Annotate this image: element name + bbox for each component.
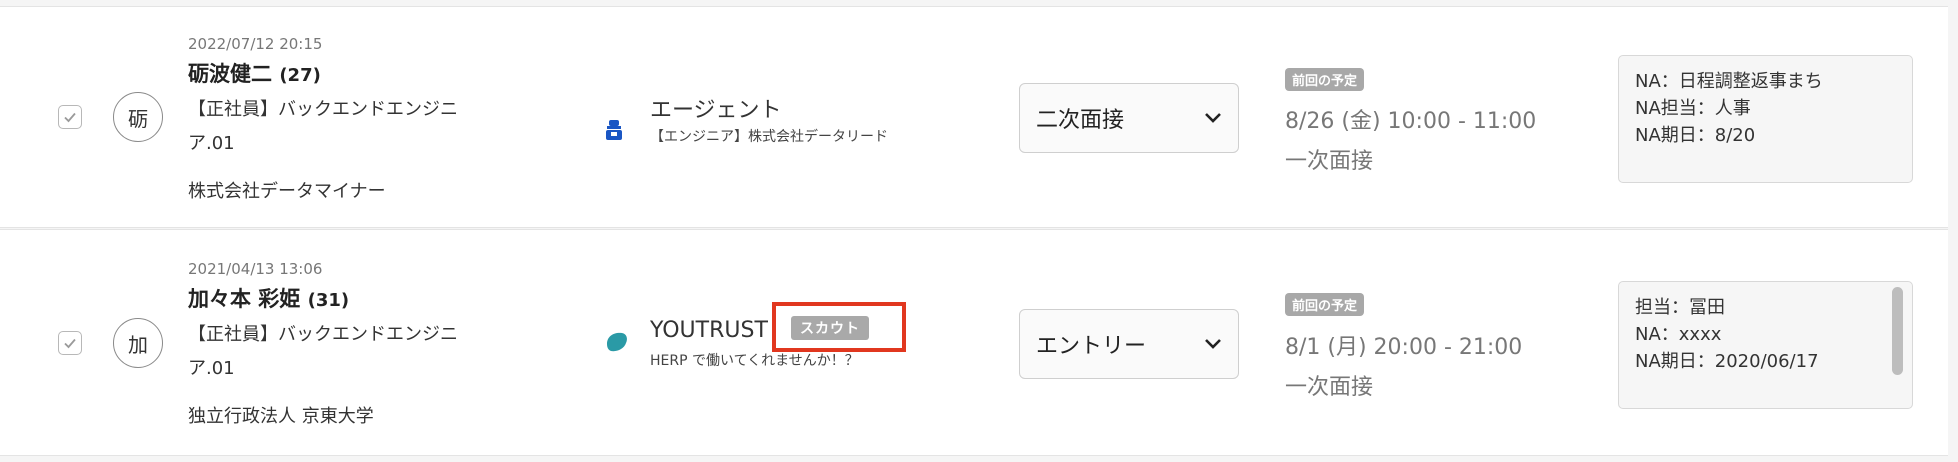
candidate-name-text: 加々本 彩姫 [188,287,301,311]
candidate-row[interactable]: 砺 2022/07/12 20:15 砺波健二 (27) 【正社員】バックエンド… [0,6,1948,228]
previous-plan-label: 前回の予定 [1285,293,1365,316]
previous-plan-label: 前回の予定 [1285,68,1365,91]
note-line: NA：xxxx [1635,324,1722,345]
note-line: NA期日：2020/06/17 [1635,351,1819,372]
applied-date: 2021/04/13 13:06 [188,260,323,278]
chevron-down-icon [1205,113,1221,123]
candidate-age: (27) [279,65,321,86]
check-icon [64,338,76,349]
notes-scrollbar[interactable] [1892,287,1903,375]
note-line: NA期日：8/20 [1635,125,1756,146]
source-detail: 【エンジニア】株式会社データリード [650,129,888,145]
source-name: YOUTRUST [650,318,768,343]
status-select-value: 二次面接 [1036,108,1125,133]
youtrust-icon [604,330,630,358]
current-company: 株式会社データマイナー [188,181,386,202]
position-title: 【正社員】バックエンドエンジニ ア.01 [188,93,528,161]
applied-date: 2022/07/12 20:15 [188,35,323,53]
note-line: NA：日程調整返事まち [1635,71,1823,92]
position-line: 【正社員】バックエンドエンジニ [188,324,458,345]
candidate-name-text: 砺波健二 [188,62,272,86]
candidate-name[interactable]: 加々本 彩姫 (31) [188,283,349,313]
previous-plan-type: 一次面接 [1285,375,1374,400]
note-line: NA担当：人事 [1635,98,1751,119]
notes-box[interactable]: NA：日程調整返事まち NA担当：人事 NA期日：8/20 [1618,55,1913,183]
current-company: 独立行政法人 京東大学 [188,406,374,427]
status-select-value: エントリー [1036,334,1147,359]
candidate-row[interactable]: 加 2021/04/13 13:06 加々本 彩姫 (31) 【正社員】バックエ… [0,229,1948,456]
chevron-down-icon [1205,339,1221,349]
position-line: 【正社員】バックエンドエンジニ [188,99,458,120]
previous-plan-type: 一次面接 [1285,149,1374,174]
previous-plan-time: 8/1 (月) 20:00 - 21:00 [1285,335,1523,360]
avatar: 加 [113,318,163,368]
position-line: ア.01 [188,133,235,154]
status-select[interactable]: 二次面接 [1019,83,1239,153]
source-detail: HERP で働いてくれませんか！？ [650,353,859,369]
position-line: ア.01 [188,358,235,379]
candidate-list: 砺 2022/07/12 20:15 砺波健二 (27) 【正社員】バックエンド… [0,0,1958,462]
notes-box[interactable]: 担当：冨田 NA：xxxx NA期日：2020/06/17 [1618,281,1913,409]
check-icon [64,112,76,123]
row-checkbox[interactable] [58,331,82,355]
agent-icon [604,119,624,145]
previous-plan-time: 8/26 (金) 10:00 - 11:00 [1285,109,1537,134]
note-line: 担当：冨田 [1635,297,1725,318]
avatar: 砺 [113,92,163,142]
candidate-age: (31) [307,290,350,311]
status-select[interactable]: エントリー [1019,309,1239,379]
candidate-name[interactable]: 砺波健二 (27) [188,58,321,88]
source-name: エージェント [650,98,782,123]
position-title: 【正社員】バックエンドエンジニ ア.01 [188,318,528,386]
row-checkbox[interactable] [58,105,82,129]
scout-badge: スカウト [791,316,869,340]
